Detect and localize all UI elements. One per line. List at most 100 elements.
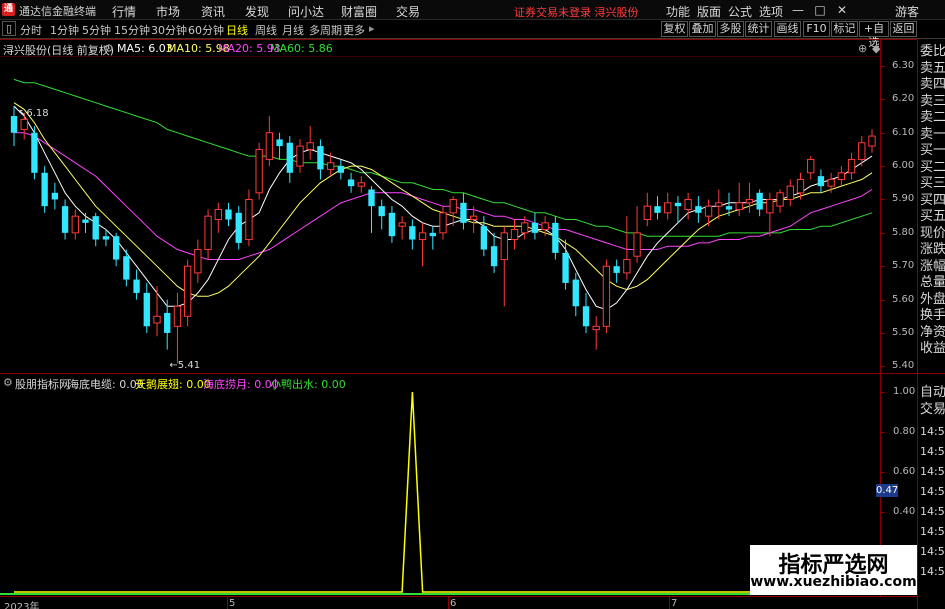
date-label-2023: 2023年	[4, 602, 40, 609]
menu-market-quotes[interactable]: 行情	[112, 3, 136, 20]
candle	[164, 299, 171, 350]
candle	[664, 192, 672, 220]
expand-icon[interactable]: ▯	[2, 21, 16, 36]
candle-body	[10, 116, 18, 133]
close-button[interactable]: ✕	[834, 3, 850, 17]
candle-body	[337, 166, 345, 173]
menu-formula[interactable]: 公式	[728, 3, 752, 20]
menu-function[interactable]: 功能	[666, 3, 690, 20]
statistics-button[interactable]: 统计	[745, 21, 772, 37]
candle	[674, 196, 682, 223]
candle-body	[602, 265, 611, 327]
candle-body	[286, 142, 293, 173]
quote-label: 外盘	[920, 291, 945, 307]
adjust-button[interactable]: 复权	[661, 21, 688, 37]
candle-body	[245, 198, 253, 241]
period-weekly[interactable]: 周线	[255, 22, 277, 38]
menu-ask[interactable]: 问小达	[288, 3, 324, 20]
guest-user[interactable]: 游客	[895, 3, 919, 20]
login-notice[interactable]: 证券交易未登录 浔兴股份	[514, 4, 639, 20]
add-favorite-button[interactable]: +自选	[859, 21, 889, 49]
candle	[41, 166, 48, 213]
menu-layout[interactable]: 版面	[697, 3, 721, 20]
more-chevron-icon[interactable]: ▸	[369, 22, 375, 35]
period-5min[interactable]: 5分钟	[82, 22, 111, 38]
period-more[interactable]: 更多	[343, 22, 365, 38]
candle-body	[235, 212, 242, 243]
indicator-gear-icon[interactable]: ⚙	[3, 376, 13, 389]
candle-body	[469, 215, 478, 221]
ma20-line	[14, 132, 873, 260]
candle	[61, 199, 69, 240]
candle-body	[725, 206, 733, 210]
minimize-button[interactable]: —	[790, 3, 806, 17]
tick-time: 14:56	[920, 565, 945, 578]
candle	[378, 199, 385, 230]
menu-discover[interactable]: 发现	[245, 3, 269, 20]
period-monthly[interactable]: 月线	[282, 22, 304, 38]
period-15min[interactable]: 15分钟	[114, 22, 150, 38]
mark-button[interactable]: 标记	[831, 21, 858, 37]
indicator-tick	[880, 512, 885, 513]
menu-trade[interactable]: 交易	[396, 3, 420, 20]
candle	[51, 182, 59, 210]
multi-stock-button[interactable]: 多股	[717, 21, 744, 37]
candle-body	[756, 192, 763, 210]
overlay-button[interactable]: 叠加	[689, 21, 716, 37]
quote-label: 涨幅	[920, 258, 945, 274]
indicator-tick-label: 1.00	[893, 386, 916, 397]
quote-label: 卖三	[920, 93, 945, 109]
candle	[92, 212, 99, 247]
maximize-button[interactable]: □	[812, 3, 828, 17]
candle	[225, 202, 232, 227]
candle-body	[562, 252, 569, 283]
period-multi[interactable]: 多周期	[309, 22, 342, 38]
candle-body	[776, 192, 784, 207]
quote-label: 净资	[920, 324, 945, 340]
candle-body	[664, 202, 672, 214]
candle	[633, 206, 641, 263]
title-bar: 通 通达信金融终端 行情 市场 资讯 发现 问小达 财富圈 交易 证券交易未登录…	[0, 0, 945, 20]
menu-wealth-circle[interactable]: 财富圈	[341, 3, 377, 20]
candle	[766, 192, 774, 237]
f10-button[interactable]: F10	[803, 21, 830, 37]
period-60min[interactable]: 60分钟	[188, 22, 224, 38]
period-daily[interactable]: 日线	[226, 22, 248, 38]
candle-body	[684, 198, 692, 210]
candle	[786, 179, 794, 207]
ma60-value: MA60: 5.86	[270, 42, 333, 55]
menu-options[interactable]: 选项	[759, 3, 783, 20]
candle	[613, 259, 620, 283]
candle-body	[510, 229, 519, 241]
indicator-tick	[880, 432, 885, 433]
candle	[173, 292, 182, 363]
price-tick	[880, 66, 885, 67]
candle-body	[735, 202, 743, 210]
period-intraday[interactable]: 分时	[20, 22, 42, 38]
swan-signal-line	[14, 391, 872, 593]
indicator-chart[interactable]	[0, 389, 880, 596]
zoom-in-icon[interactable]: ⊕	[858, 42, 867, 55]
settings-gear-icon[interactable]: ⚙	[104, 42, 114, 55]
back-button[interactable]: 返回	[890, 21, 917, 37]
candle	[398, 216, 406, 240]
candle	[409, 219, 416, 250]
indicator-tick-label: 0.80	[893, 426, 916, 437]
candle	[368, 186, 375, 233]
candle-body	[71, 215, 79, 234]
auto-trade-label[interactable]: 交易	[920, 402, 945, 418]
auto-trade-label[interactable]: 自动	[920, 385, 945, 401]
menu-market[interactable]: 市场	[156, 3, 180, 20]
tick-time: 14:56	[920, 445, 945, 458]
period-1min[interactable]: 1分钟	[50, 22, 79, 38]
period-30min[interactable]: 30分钟	[151, 22, 187, 38]
price-chart[interactable]: ↖6.18 ←5.41	[0, 56, 880, 373]
candle	[500, 226, 508, 307]
draw-line-button[interactable]: 画线	[774, 21, 801, 37]
price-tick-label: 6.10	[892, 126, 915, 138]
candle-body	[837, 172, 846, 180]
candle-body	[858, 142, 866, 160]
menu-news[interactable]: 资讯	[201, 3, 225, 20]
candle-body	[112, 236, 120, 260]
candle-body	[173, 305, 182, 327]
